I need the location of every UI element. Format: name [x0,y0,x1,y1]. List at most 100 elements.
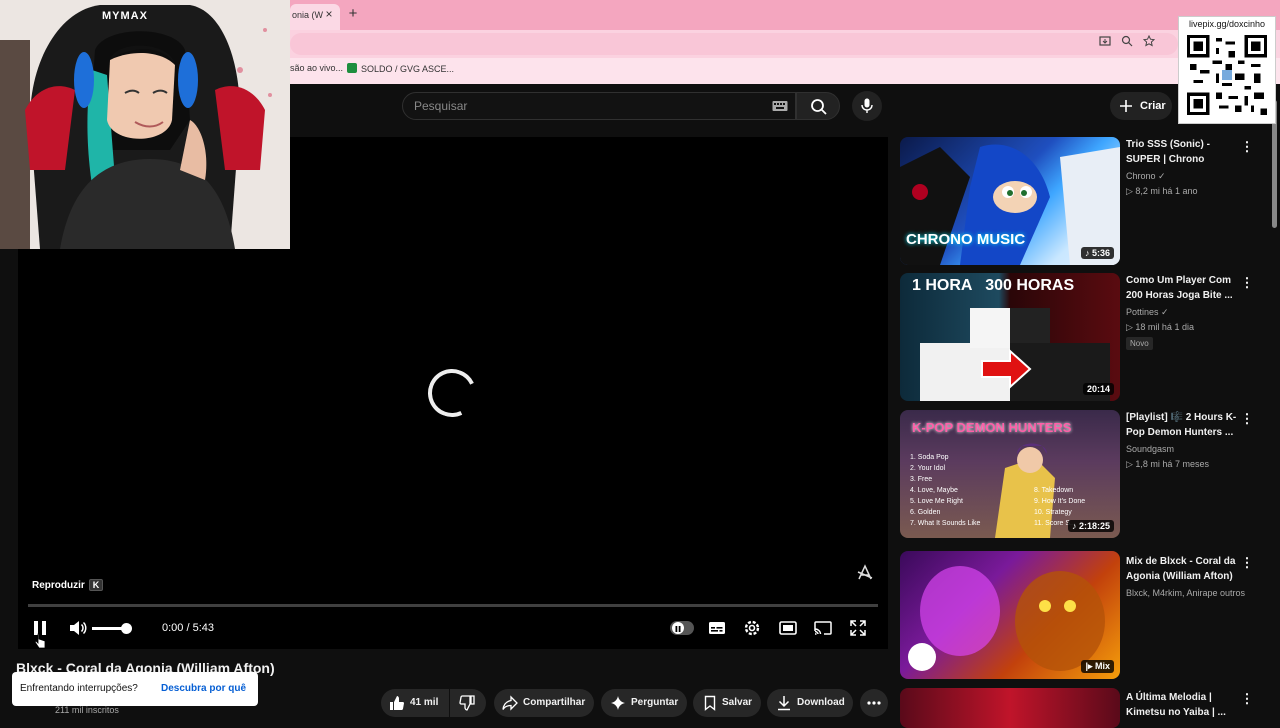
play-hint-label: Reproduzir [32,580,85,591]
kebab-menu-icon[interactable]: ⋮ [1240,140,1254,156]
track-item: 4. Love, Maybe [910,487,958,494]
volume-slider-knob[interactable] [121,623,132,634]
plus-icon [1120,100,1132,112]
subtitles-icon [709,622,725,634]
ask-button[interactable]: Perguntar [601,689,687,717]
keyboard-icon[interactable] [772,99,788,111]
tab-title: onia (W [292,10,324,20]
track-item: 9. How It's Done [1034,498,1086,505]
donation-link-text: livepix.gg/doxcinho [1188,19,1266,29]
cast-button[interactable] [813,618,833,638]
recommendation-channel[interactable]: Soundgasm [1126,444,1174,454]
video-duration: |▸ Mix [1081,660,1114,673]
play-hint-key: K [88,579,104,591]
autoplay-toggle-knob [672,622,684,634]
sheets-icon [347,63,357,73]
recommendation-title[interactable]: A Última Melodia | Kimetsu no Yaiba | ..… [1126,690,1240,720]
save-label: Salvar [722,697,753,708]
download-button[interactable]: Download [767,689,853,717]
subtitles-button[interactable] [707,618,727,638]
share-button[interactable]: Compartilhar [494,689,594,717]
thumbnail-text: CHRONO MUSIC [906,231,1026,248]
toast-message: Enfrentando interrupções? [20,683,138,694]
bookmark-label: SOLDO / GVG ASCE... [361,64,455,74]
recommendation-channel[interactable]: Blxck, M4rkim, Anirape outros [1126,588,1245,598]
video-duration: ♪ 2:18:25 [1067,520,1114,532]
search-button[interactable] [796,92,840,120]
address-field[interactable] [290,33,1178,55]
streamer-image [0,0,290,249]
kebab-menu-icon[interactable]: ⋮ [1240,692,1254,708]
bookmark-item[interactable]: são ao vivo... [290,63,343,73]
search-placeholder: Pesquisar [414,99,468,113]
settings-button[interactable] [742,618,762,638]
new-badge: Novo [1126,337,1153,350]
play-hint-tooltip: Reproduzir K [32,579,104,591]
track-item: 2. Your Idol [910,465,946,472]
search-icon [811,99,827,115]
recommendation-thumbnail[interactable]: 1 HORA 300 HORAS 20:14 [900,273,1120,401]
recommendation-meta: ▷ 1,8 mi há 7 meses [1126,459,1209,469]
zoom-icon[interactable] [1119,35,1135,51]
recommendation-title[interactable]: Mix de Blxck - Coral da Agonia (William … [1126,554,1240,584]
gear-icon [744,620,760,636]
new-tab-button[interactable]: + [345,5,361,23]
install-app-icon[interactable] [1097,35,1113,51]
track-item: 5. Love Me Right [910,498,963,505]
mouse-cursor-icon [34,633,46,649]
recommendation-thumbnail[interactable]: CHRONO MUSIC ♪ 5:36 [900,137,1120,265]
bookmark-icon [704,695,716,711]
bookmark-star-icon[interactable] [1141,34,1157,51]
streamer-webcam: MYMAX [0,0,290,249]
recommendation-meta: ▷ 8,2 mi há 1 ano [1126,186,1198,196]
channel-watermark-icon[interactable] [855,563,875,583]
track-item: 6. Golden [910,509,941,516]
video-duration: ♪ 5:36 [1080,247,1114,259]
voice-search-button[interactable] [852,91,882,121]
miniplayer-icon [779,621,797,635]
toast-link[interactable]: Descubra por quê [161,683,246,694]
more-horizontal-icon [867,701,881,705]
kebab-menu-icon[interactable]: ⋮ [1240,556,1254,572]
share-label: Compartilhar [523,697,586,708]
tab-close-icon[interactable]: × [322,6,336,22]
like-button[interactable]: 41 mil [381,689,449,717]
thumbnail-text: 1 HORA 300 HORAS [912,277,1075,294]
donation-qr-panel [1178,16,1276,124]
like-count: 41 mil [410,697,439,708]
theater-mode-button[interactable] [778,618,798,638]
recommendation-thumbnail[interactable]: |▸ Mix [900,551,1120,679]
recommendation-title[interactable]: Trio SSS (Sonic) - SUPER | Chrono [1126,137,1240,167]
time-display: 0:00 / 5:43 [162,622,214,634]
share-icon [502,695,518,711]
save-button[interactable]: Salvar [693,689,761,717]
volume-icon [70,621,87,635]
ask-label: Perguntar [631,697,679,708]
fullscreen-button[interactable] [848,618,868,638]
bookmark-item[interactable]: SOLDO / GVG ASCE... [347,63,454,74]
chair-brand-text: MYMAX [102,10,148,22]
volume-button[interactable] [68,618,88,638]
kebab-menu-icon[interactable]: ⋮ [1240,412,1254,428]
recommendation-thumbnail[interactable] [900,688,1120,728]
cast-icon [814,621,832,635]
recommendation-channel[interactable]: Pottines ✓ [1126,307,1169,318]
progress-bar[interactable] [28,604,878,607]
thumbs-up-icon [390,696,405,710]
recommendation-title[interactable]: Como Um Player Com 200 Horas Joga Bite .… [1126,273,1240,303]
thumbs-down-icon [459,695,475,711]
recommendation-meta: ▷ 18 mil há 1 dia [1126,322,1194,332]
create-label: Criar [1140,100,1166,112]
create-button[interactable]: Criar [1110,92,1172,120]
pause-small-icon [675,626,681,632]
kebab-menu-icon[interactable]: ⋮ [1240,276,1254,292]
dislike-button[interactable] [450,689,486,717]
more-actions-button[interactable] [860,689,888,717]
recommendation-channel[interactable]: Chrono ✓ [1126,171,1166,182]
recommendation-thumbnail[interactable]: K-POP DEMON HUNTERS 1. Soda Pop 2. Your … [900,410,1120,538]
track-item: 8. Takedown [1034,487,1074,494]
thumbnail-text: K-POP DEMON HUNTERS [912,420,1072,435]
track-item: 7. What It Sounds Like [910,520,981,527]
download-label: Download [797,697,845,708]
recommendation-title[interactable]: [Playlist] 🎼 2 Hours K-Pop Demon Hunters… [1126,410,1240,440]
